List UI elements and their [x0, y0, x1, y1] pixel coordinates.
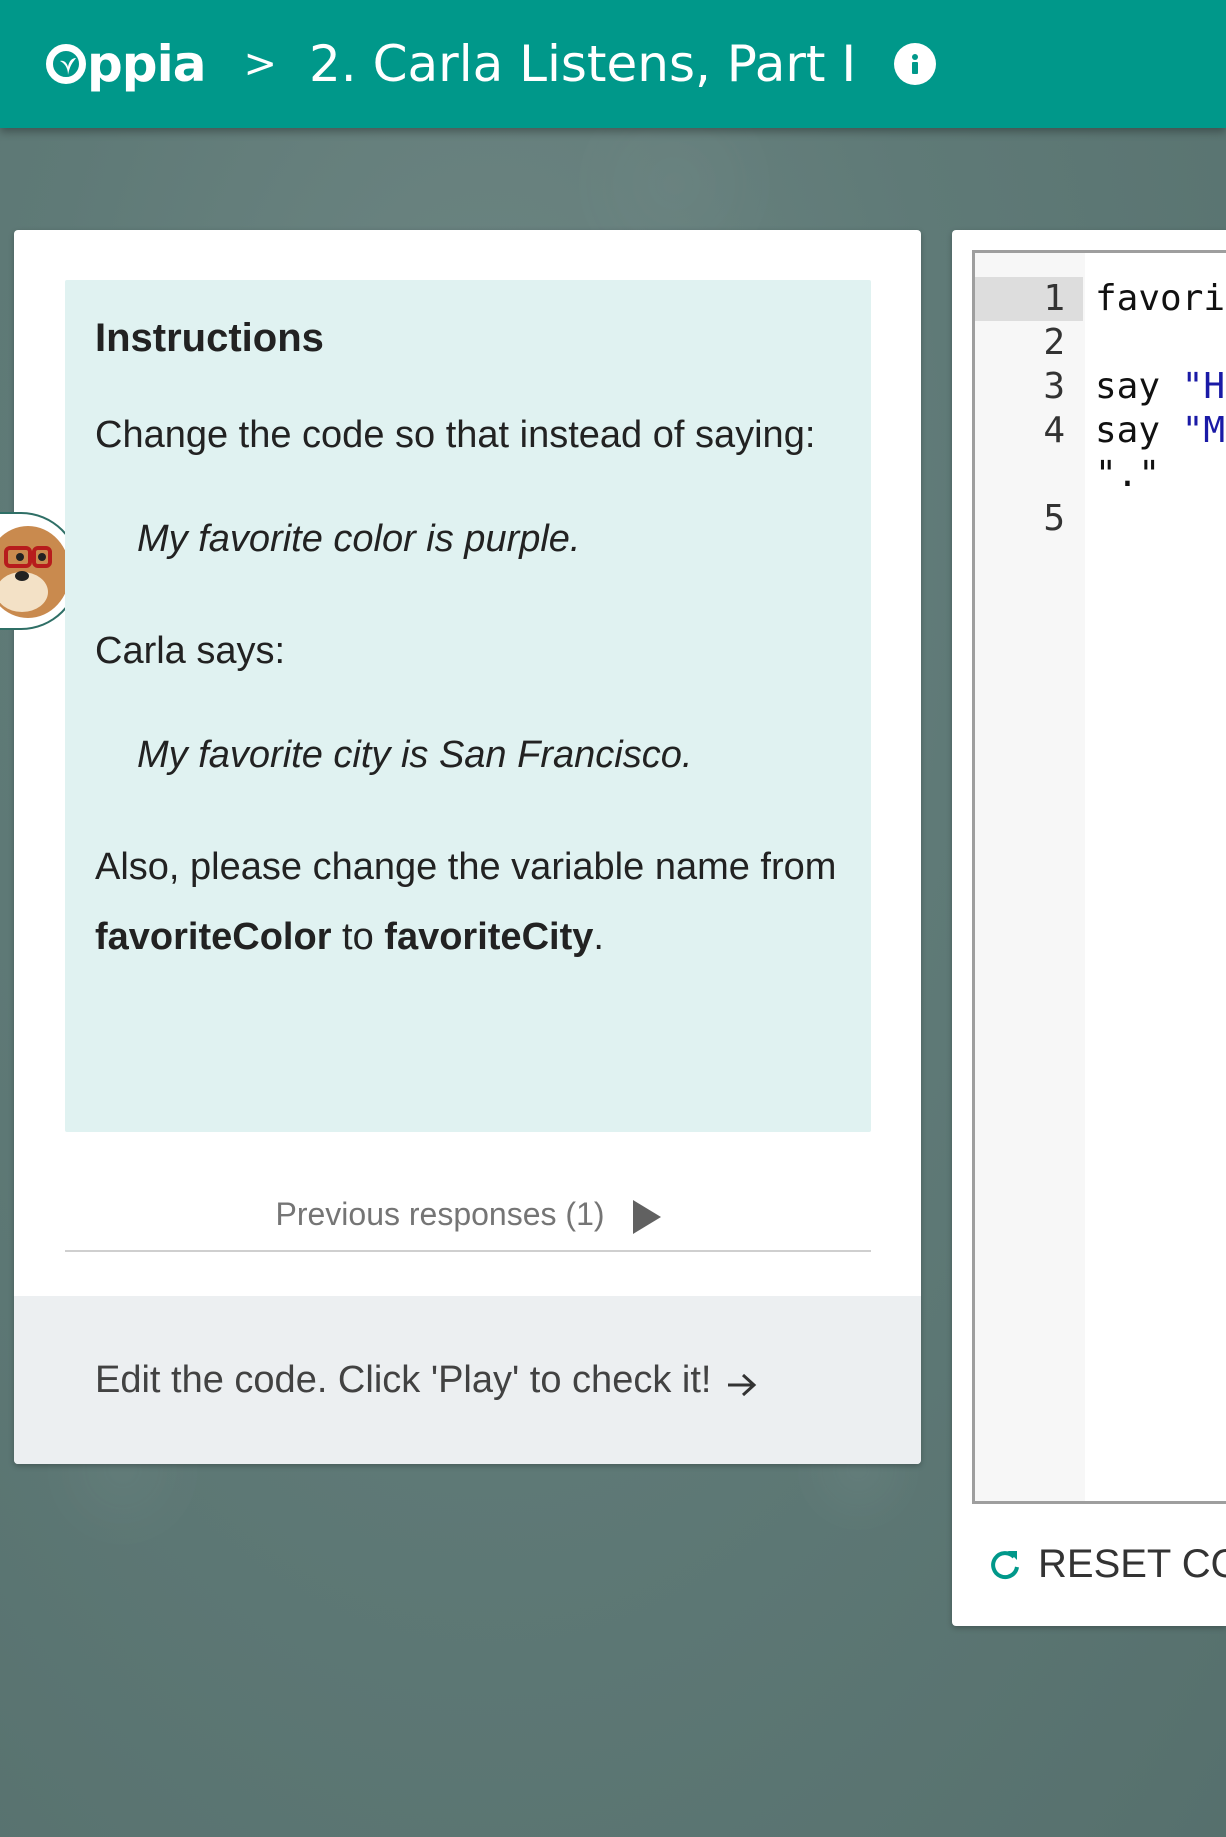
previous-responses-label: Previous responses (1)	[275, 1195, 605, 1232]
refresh-icon	[991, 1550, 1019, 1579]
code-keyword: say	[1095, 410, 1182, 451]
to-text: to	[331, 916, 385, 958]
code-editor-card: 1 favori 2 3 say "H 4 say "M "." 5 RESET	[952, 230, 1226, 1626]
code-string: "H	[1181, 366, 1226, 407]
code-string: "."	[1095, 454, 1161, 495]
line-number: 4	[1043, 410, 1065, 451]
instructions-panel: Instructions Change the code so that ins…	[65, 280, 871, 1132]
old-variable-name: favoriteColor	[95, 916, 332, 958]
instructions-heading: Instructions	[95, 316, 324, 360]
code-line[interactable]: 4 say "M	[975, 409, 1226, 453]
code-line[interactable]: 3 say "H	[975, 365, 1226, 409]
variable-instruction: Also, please change the variable name fr…	[95, 832, 841, 972]
info-icon[interactable]	[894, 43, 937, 85]
line-number: 5	[1043, 498, 1065, 539]
top-navbar: ppia > 2. Carla Listens, Part I	[0, 0, 1226, 128]
line-number: 3	[1043, 366, 1065, 407]
code-text: say "H	[1095, 365, 1225, 409]
quote-target: My favorite city is San Francisco.	[137, 734, 693, 776]
line-number: 2	[1043, 322, 1065, 363]
previous-responses-toggle[interactable]: Previous responses (1)	[65, 1178, 871, 1252]
code-text: say "M	[1095, 409, 1225, 453]
code-string: "M	[1181, 410, 1226, 451]
oppia-logo-icon	[46, 44, 86, 84]
conversation-card: Instructions Change the code so that ins…	[0, 230, 921, 1464]
code-keyword: say	[1095, 366, 1182, 407]
code-line[interactable]: 1 favori	[975, 277, 1226, 321]
period: .	[593, 916, 604, 958]
quote-original: My favorite color is purple.	[137, 518, 581, 560]
logo-text: ppia	[87, 35, 206, 93]
arrow-right-icon	[728, 1373, 757, 1397]
page-title: 2. Carla Listens, Part I	[308, 35, 857, 93]
code-line[interactable]: 2	[975, 321, 1226, 365]
feedback-panel: Edit the code. Click 'Play' to check it!	[14, 1296, 921, 1464]
instructions-intro: Change the code so that instead of sayin…	[95, 414, 816, 456]
oppia-logo[interactable]: ppia	[46, 35, 206, 93]
code-text: favori	[1095, 278, 1226, 319]
code-line[interactable]: 5	[975, 497, 1226, 541]
reset-code-button[interactable]: RESET CO	[988, 1542, 1226, 1587]
play-triangle-icon	[632, 1200, 661, 1234]
line-number: 1	[1043, 278, 1065, 319]
breadcrumb-separator: >	[243, 41, 277, 87]
code-editor[interactable]: 1 favori 2 3 say "H 4 say "M "." 5	[972, 250, 1226, 1504]
code-line-wrap[interactable]: "."	[975, 453, 1226, 497]
carla-says-text: Carla says:	[95, 630, 286, 672]
new-variable-name: favoriteCity	[384, 916, 594, 958]
feedback-text: Edit the code. Click 'Play' to check it!	[95, 1358, 712, 1401]
reset-code-label: RESET CO	[1038, 1542, 1226, 1586]
also-text: Also, please change the variable name fr…	[95, 846, 837, 888]
